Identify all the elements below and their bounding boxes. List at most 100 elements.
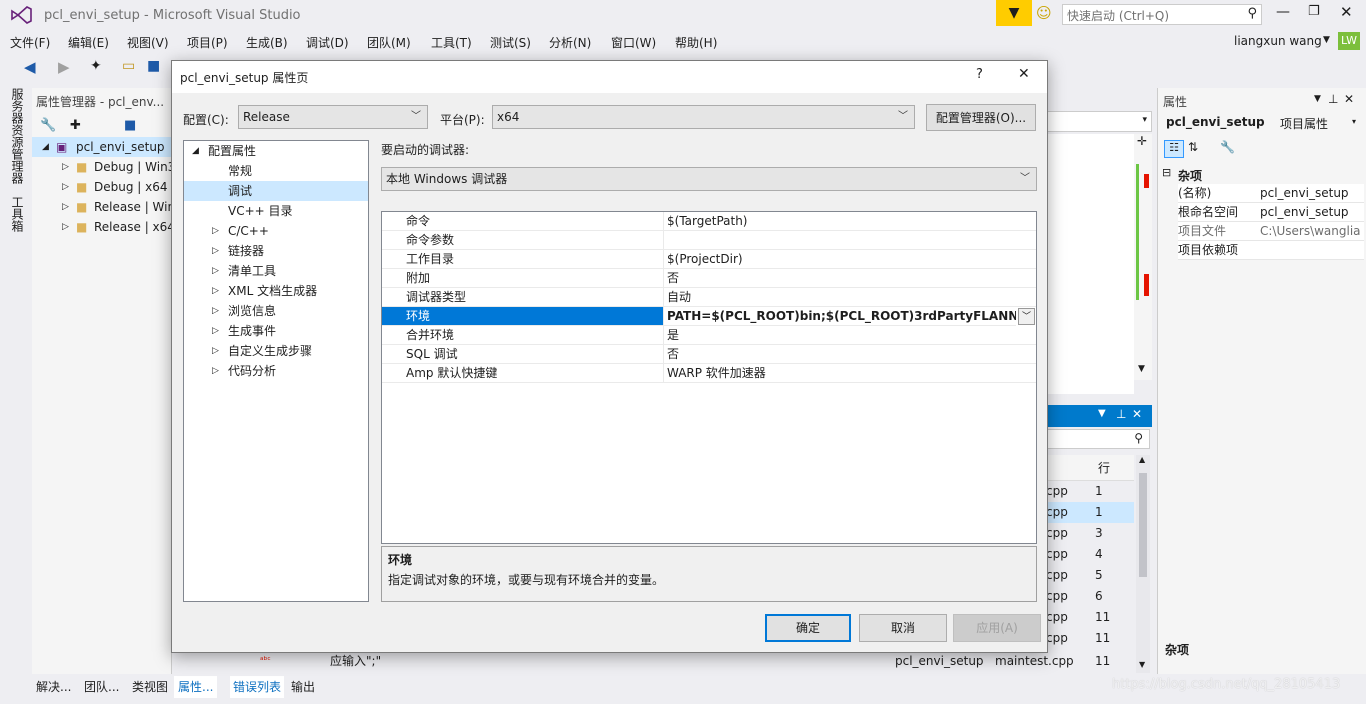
category-header[interactable]: ⊟ 杂项 [1158,164,1366,184]
tree-item-debugging[interactable]: 调试 [184,181,368,201]
tree-item-config-properties[interactable]: ◢ 配置属性 [184,141,368,161]
chevron-down-icon[interactable]: ▼ [1323,35,1330,45]
expand-icon[interactable]: ▷ [212,241,219,261]
expand-icon[interactable]: ◢ [42,137,49,157]
tree-item-c-cpp[interactable]: ▷ C/C++ [184,221,368,241]
table-row[interactable]: ᵃᵇᶜ 应输入";" pcl_envi_setup maintest.cpp 1… [230,650,1135,672]
split-icon[interactable]: ✛ [1137,134,1147,148]
table-row[interactable]: cpp 1 [1046,502,1134,523]
scroll-down-icon[interactable]: ▼ [1139,660,1145,669]
tree-item[interactable]: ▷ ■ Release | Win32 [32,197,190,217]
property-value[interactable]: 是 [664,326,1036,345]
open-file-icon[interactable]: ▭ [122,58,135,74]
table-row[interactable]: cpp 6 [1046,586,1134,607]
wrench-icon[interactable]: 🔧 [1220,140,1235,154]
alphabetical-icon[interactable]: ⇅ [1188,140,1198,154]
minimize-button[interactable]: — [1276,4,1290,20]
property-object-selector[interactable]: pcl_envi_setup 项目属性 ▾ [1162,112,1362,134]
tab-output[interactable]: 输出 [291,676,315,698]
expand-icon[interactable]: ▷ [212,321,219,341]
property-row-command[interactable]: 命令 $(TargetPath) [382,212,1036,231]
chevron-down-icon[interactable]: ▼ [1098,408,1106,419]
expand-icon[interactable]: ▷ [212,341,219,361]
property-value[interactable]: 否 [664,345,1036,364]
tab-property-manager[interactable]: 属性... [174,676,218,698]
tab-class-view[interactable]: 类视图 [132,676,168,698]
property-row[interactable]: 根命名空间 pcl_envi_setup [1178,203,1364,222]
scroll-up-icon[interactable]: ▲ [1139,455,1145,464]
close-window-button[interactable]: ✕ [1340,3,1353,21]
menu-analyze[interactable]: 分析(N) [549,34,591,51]
tree-item[interactable]: ▷ ■ Debug | x64 [32,177,172,197]
config-manager-button[interactable]: 配置管理器(O)... [926,104,1036,131]
tree-item-custom-build-step[interactable]: ▷ 自定义生成步骤 [184,341,368,361]
tree-root[interactable]: ◢ ▣ pcl_envi_setup [32,137,172,157]
error-list-search[interactable]: ⚲ [1046,429,1150,449]
collapse-icon[interactable]: ⊟ [1162,166,1171,179]
close-icon[interactable]: ✕ [1344,92,1354,106]
expand-icon[interactable]: ▷ [212,261,219,281]
property-row-environment[interactable]: 环境 PATH=$(PCL_ROOT)bin;$(PCL_ROOT)3rdPar… [382,307,1036,326]
property-row-amp-accelerator[interactable]: Amp 默认快捷键 WARP 软件加速器 [382,364,1036,383]
menu-edit[interactable]: 编辑(E) [68,34,109,51]
chevron-down-icon[interactable]: ▼ [1314,94,1321,104]
ok-button[interactable]: 确定 [765,614,851,642]
expand-icon[interactable]: ▷ [212,361,219,381]
menu-view[interactable]: 视图(V) [127,34,169,51]
property-row-attach[interactable]: 附加否 [382,269,1036,288]
chevron-down-icon[interactable]: ﹀ [1018,308,1035,325]
menu-build[interactable]: 生成(B) [246,34,288,51]
menu-tools[interactable]: 工具(T) [431,34,472,51]
table-row[interactable]: cpp 4 [1046,544,1134,565]
expand-icon[interactable]: ▷ [62,217,69,237]
table-row[interactable]: cpp 11 [1046,628,1134,649]
tab-error-list[interactable]: 错误列表 [230,676,285,698]
tree-item-build-events[interactable]: ▷ 生成事件 [184,321,368,341]
tree-item-manifest-tool[interactable]: ▷ 清单工具 [184,261,368,281]
tree-item-linker[interactable]: ▷ 链接器 [184,241,368,261]
server-explorer-tab[interactable]: 服务器资源管理器 [9,88,26,184]
property-value[interactable]: $(ProjectDir) [664,250,1036,269]
expand-icon[interactable]: ▷ [212,221,219,241]
property-value[interactable] [664,231,1036,250]
user-name[interactable]: liangxun wang [1234,34,1322,48]
editor-navigation-combo[interactable]: ▾ [1046,111,1152,132]
wrench-icon[interactable]: 🔧 [40,118,56,133]
menu-team[interactable]: 团队(M) [367,34,411,51]
expand-icon[interactable]: ▷ [212,301,219,321]
property-row-debugger-type[interactable]: 调试器类型 自动 [382,288,1036,307]
menu-file[interactable]: 文件(F) [10,34,50,51]
table-row[interactable]: cpp 3 [1046,523,1134,544]
table-row[interactable]: cpp 11 [1046,607,1134,628]
tree-item-code-analysis[interactable]: ▷ 代码分析 [184,361,368,381]
toolbox-tab[interactable]: 工具箱 [9,196,26,232]
save-icon[interactable]: ■ [124,118,136,133]
property-value[interactable]: 自动 [664,288,1036,307]
forward-icon[interactable]: ▶ [58,58,70,76]
help-button[interactable]: ? [976,67,983,82]
maximize-button[interactable]: ❐ [1308,4,1320,19]
expand-icon[interactable]: ▷ [62,197,69,217]
expand-icon[interactable]: ▷ [62,157,69,177]
debugger-select[interactable]: 本地 Windows 调试器 ﹀ [381,167,1037,191]
property-row-sql-debugging[interactable]: SQL 调试否 [382,345,1036,364]
config-select[interactable]: Release ﹀ [238,105,428,129]
expand-icon[interactable]: ▷ [62,177,69,197]
tab-team-explorer[interactable]: 团队... [84,676,119,698]
property-row-merge-env[interactable]: 合并环境是 [382,326,1036,345]
table-row[interactable]: cpp 5 [1046,565,1134,586]
expand-icon[interactable]: ▷ [212,281,219,301]
tree-item[interactable]: ▷ ■ Debug | Win32 [32,157,183,177]
pin-icon[interactable]: ⊥ [1116,407,1126,421]
platform-select[interactable]: x64 ﹀ [492,105,915,129]
pin-icon[interactable]: ⊥ [1328,92,1338,106]
notification-flag-icon[interactable]: ▼ [996,0,1032,26]
close-button[interactable]: ✕ [1018,66,1030,82]
property-value[interactable]: $(TargetPath) [664,212,1036,231]
property-value[interactable]: WARP 软件加速器 [664,364,1036,383]
add-property-sheet-icon[interactable]: ✚ [70,118,81,133]
tree-item-vc-directories[interactable]: VC++ 目录 [184,201,368,221]
property-value[interactable]: PATH=$(PCL_ROOT)bin;$(PCL_ROOT)3rdPartyF… [664,307,1016,326]
tree-item-xml-doc-generator[interactable]: ▷ XML 文档生成器 [184,281,368,301]
property-row-working-dir[interactable]: 工作目录 $(ProjectDir) [382,250,1036,269]
